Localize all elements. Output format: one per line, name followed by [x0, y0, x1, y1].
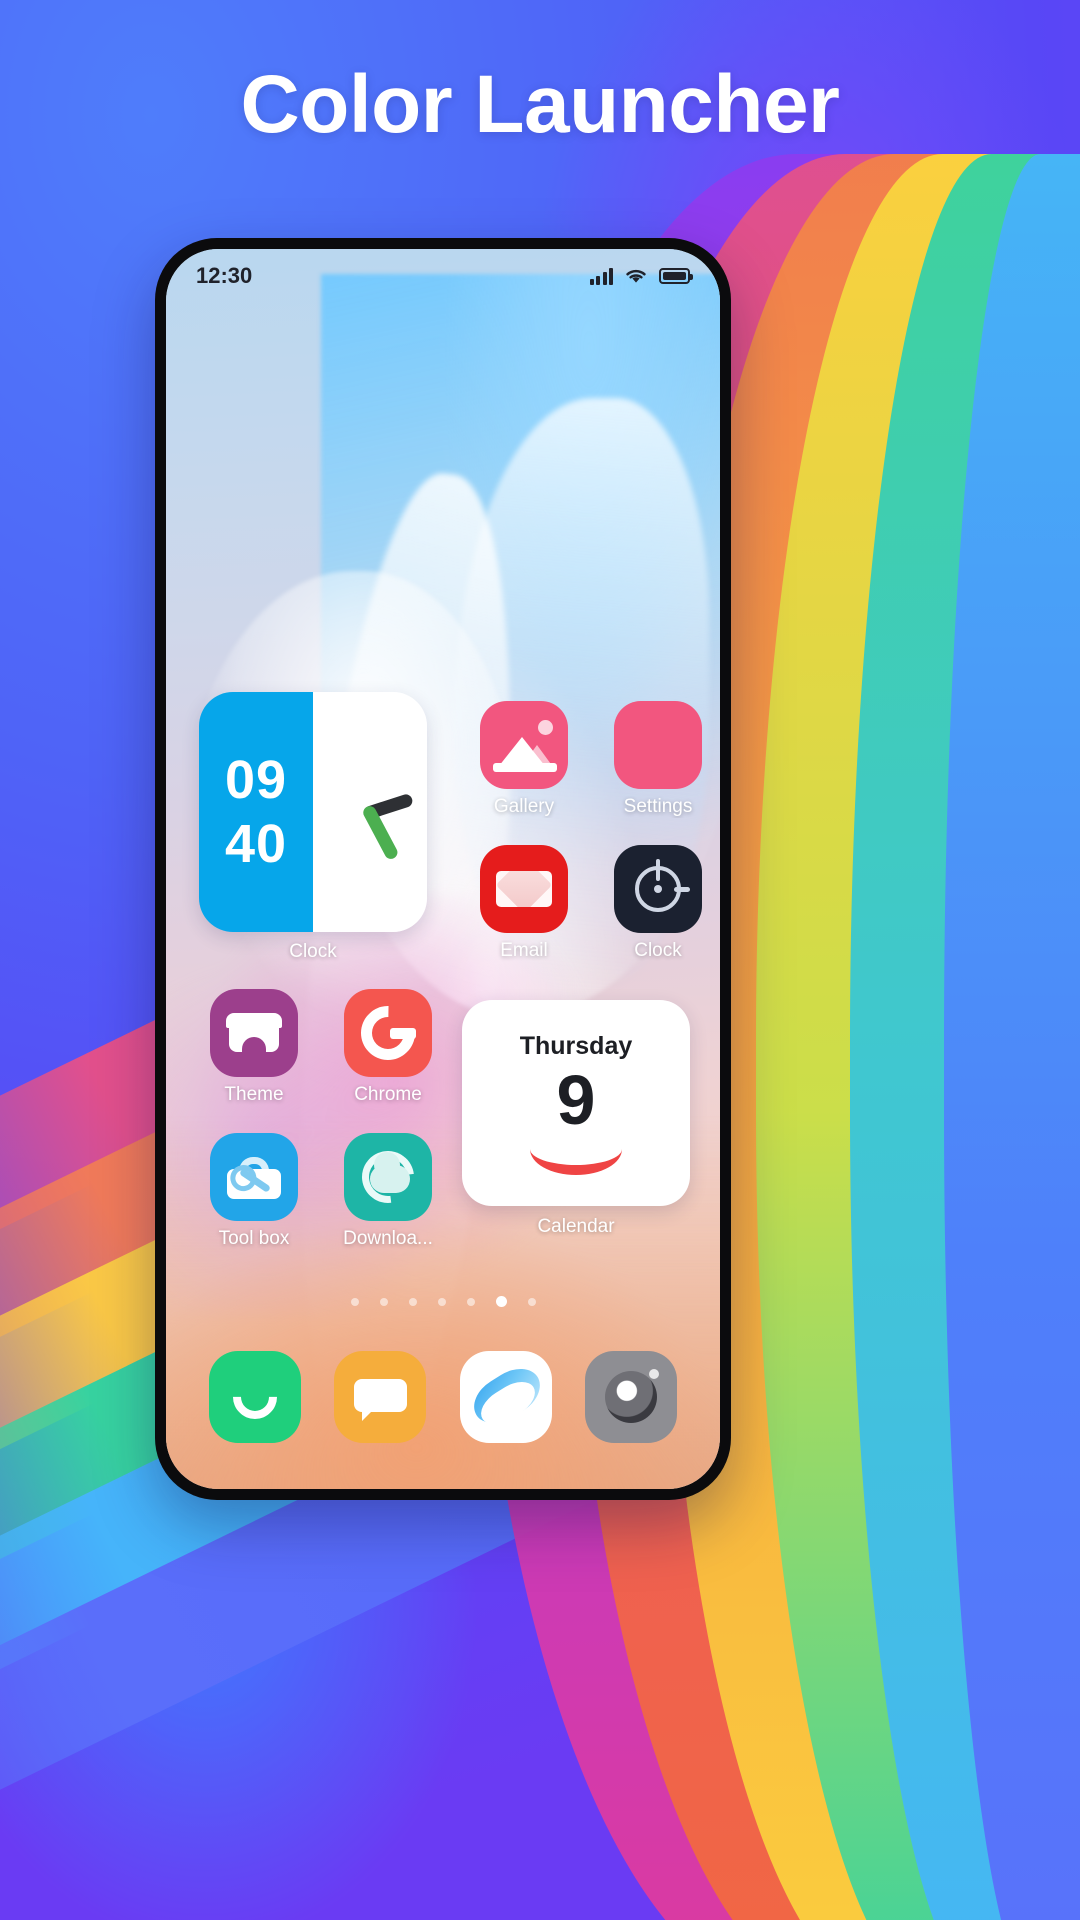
- calendar-smile-decoration: [530, 1149, 622, 1175]
- home-screen: 09 40 Clock Thursday 9 Calendar Gallery …: [166, 249, 720, 1489]
- page-indicator[interactable]: [166, 1296, 720, 1307]
- calendar-weekday: Thursday: [519, 1031, 633, 1060]
- app-label-clock: Clock: [634, 940, 682, 961]
- page-dot[interactable]: [408, 1297, 417, 1306]
- app-label-email: Email: [500, 940, 548, 961]
- camera-icon[interactable]: [585, 1351, 678, 1443]
- gallery-icon: [480, 701, 568, 789]
- phone-screen: 12:30 09 40 Clock Thursday 9 Calendar Ga…: [166, 249, 720, 1489]
- clock-icon: [614, 845, 702, 933]
- status-bar: 12:30: [166, 249, 720, 303]
- download-icon: [344, 1133, 432, 1221]
- wifi-icon: [626, 269, 646, 283]
- clock-widget-analog: [313, 692, 427, 932]
- clock-widget-hours: 09: [224, 750, 288, 810]
- app-label-chrome: Chrome: [354, 1084, 422, 1105]
- page-dot[interactable]: [379, 1297, 388, 1306]
- page-title: Color Launcher: [240, 59, 840, 150]
- clock-widget-digital: 09 40: [199, 692, 313, 932]
- calendar-day: 9: [556, 1060, 596, 1139]
- calendar-widget-label: Calendar: [537, 1216, 615, 1237]
- battery-icon: [659, 268, 693, 284]
- messages-icon[interactable]: [334, 1351, 427, 1443]
- settings-icon: [614, 701, 702, 789]
- app-label-settings: Settings: [623, 796, 693, 817]
- signal-icon: [589, 267, 613, 285]
- clock-widget-minutes: 40: [224, 814, 288, 874]
- calendar-widget[interactable]: Thursday 9 Calendar: [462, 1000, 690, 1237]
- app-label-toolbox: Tool box: [218, 1228, 290, 1249]
- clock-widget[interactable]: 09 40 Clock: [199, 692, 427, 962]
- app-icon-settings[interactable]: Settings: [606, 701, 710, 818]
- chrome-icon: [344, 989, 432, 1077]
- page-dot[interactable]: [466, 1297, 475, 1306]
- page-dot[interactable]: [527, 1297, 536, 1306]
- dock: [166, 1351, 720, 1443]
- page-dot[interactable]: [437, 1297, 446, 1306]
- app-label-gallery: Gallery: [493, 796, 555, 817]
- app-label-download: Downloa...: [343, 1228, 433, 1249]
- clock-widget-label: Clock: [289, 941, 337, 962]
- app-icon-download[interactable]: Downloa...: [336, 1133, 440, 1250]
- email-icon: [480, 845, 568, 933]
- app-icon-toolbox[interactable]: Tool box: [202, 1133, 306, 1250]
- phone-icon[interactable]: [208, 1351, 301, 1443]
- app-icon-theme[interactable]: Theme: [202, 989, 306, 1106]
- app-icon-clock[interactable]: Clock: [606, 845, 710, 962]
- phone-mockup: 12:30 09 40 Clock Thursday 9 Calendar Ga…: [155, 238, 731, 1500]
- app-icon-chrome[interactable]: Chrome: [336, 989, 440, 1106]
- theme-icon: [210, 989, 298, 1077]
- app-icon-email[interactable]: Email: [472, 845, 576, 962]
- app-icon-gallery[interactable]: Gallery: [472, 701, 576, 818]
- page-dot[interactable]: [350, 1297, 359, 1306]
- status-bar-time: 12:30: [196, 263, 253, 288]
- toolbox-icon: [210, 1133, 298, 1221]
- app-label-theme: Theme: [224, 1084, 284, 1105]
- browser-icon[interactable]: [459, 1351, 552, 1443]
- page-dot-active[interactable]: [495, 1296, 507, 1307]
